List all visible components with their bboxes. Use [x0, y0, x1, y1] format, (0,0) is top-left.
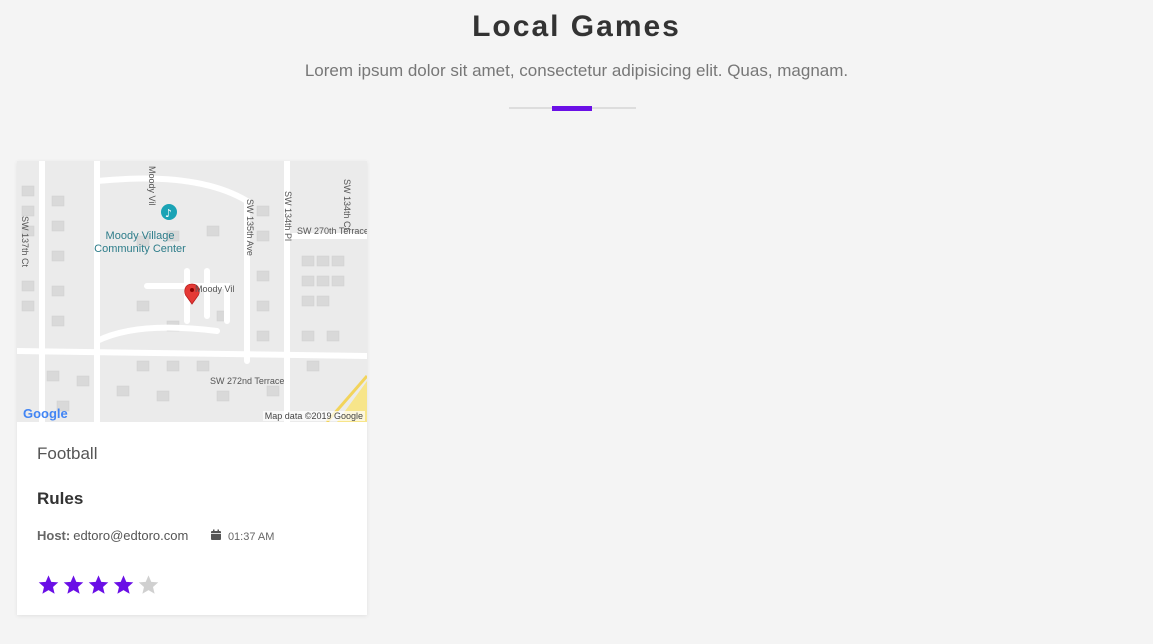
map-street-label: SW 134th Pl — [283, 191, 293, 242]
svg-text:♪: ♪ — [165, 207, 172, 220]
game-sport: Football — [37, 444, 98, 463]
map-street-label: SW 272nd Terrace — [210, 376, 285, 386]
star-filled-icon[interactable] — [37, 574, 60, 596]
map-pin-label: Moody Vil — [195, 284, 235, 294]
map-street-label: SW 134th Ct — [342, 179, 352, 231]
page-title: Local Games — [472, 10, 681, 43]
star-filled-icon[interactable] — [112, 574, 135, 596]
page: Local Games Lorem ipsum dolor sit amet, … — [0, 0, 1153, 644]
divider-accent — [552, 106, 592, 111]
map-street-label: Moody Vil — [147, 166, 157, 206]
map-street-label: SW 270th Terrace — [297, 226, 367, 236]
map-street-label: SW 135th Ave — [245, 199, 255, 256]
star-rating[interactable] — [37, 574, 160, 596]
map-image[interactable]: ♪ SW 137th Ct Moody Vil SW 135th Ave SW … — [17, 161, 367, 422]
game-time: 01:37 AM — [227, 531, 275, 543]
star-filled-icon[interactable] — [62, 574, 85, 596]
star-empty-icon[interactable] — [137, 574, 160, 596]
title-divider — [509, 106, 636, 111]
map-street-label: SW 137th Ct — [20, 216, 30, 268]
map-poi-label: Moody Village Community Center — [94, 230, 186, 255]
rules-heading[interactable]: Rules — [37, 489, 83, 509]
google-logo: Google — [23, 406, 68, 421]
map-attribution: Map data ©2019 Google — [262, 411, 365, 421]
host-email: edtoro@edtoro.com — [73, 528, 189, 543]
calendar-icon — [210, 529, 222, 544]
host-label: Host: — [37, 528, 71, 543]
page-subtitle: Lorem ipsum dolor sit amet, consectetur … — [304, 61, 849, 80]
game-meta: Host: edtoro@edtoro.com 01:37 AM — [37, 528, 274, 544]
map-graphic: ♪ — [17, 161, 367, 422]
star-filled-icon[interactable] — [87, 574, 110, 596]
game-card[interactable]: ♪ SW 137th Ct Moody Vil SW 135th Ave SW … — [17, 161, 367, 615]
